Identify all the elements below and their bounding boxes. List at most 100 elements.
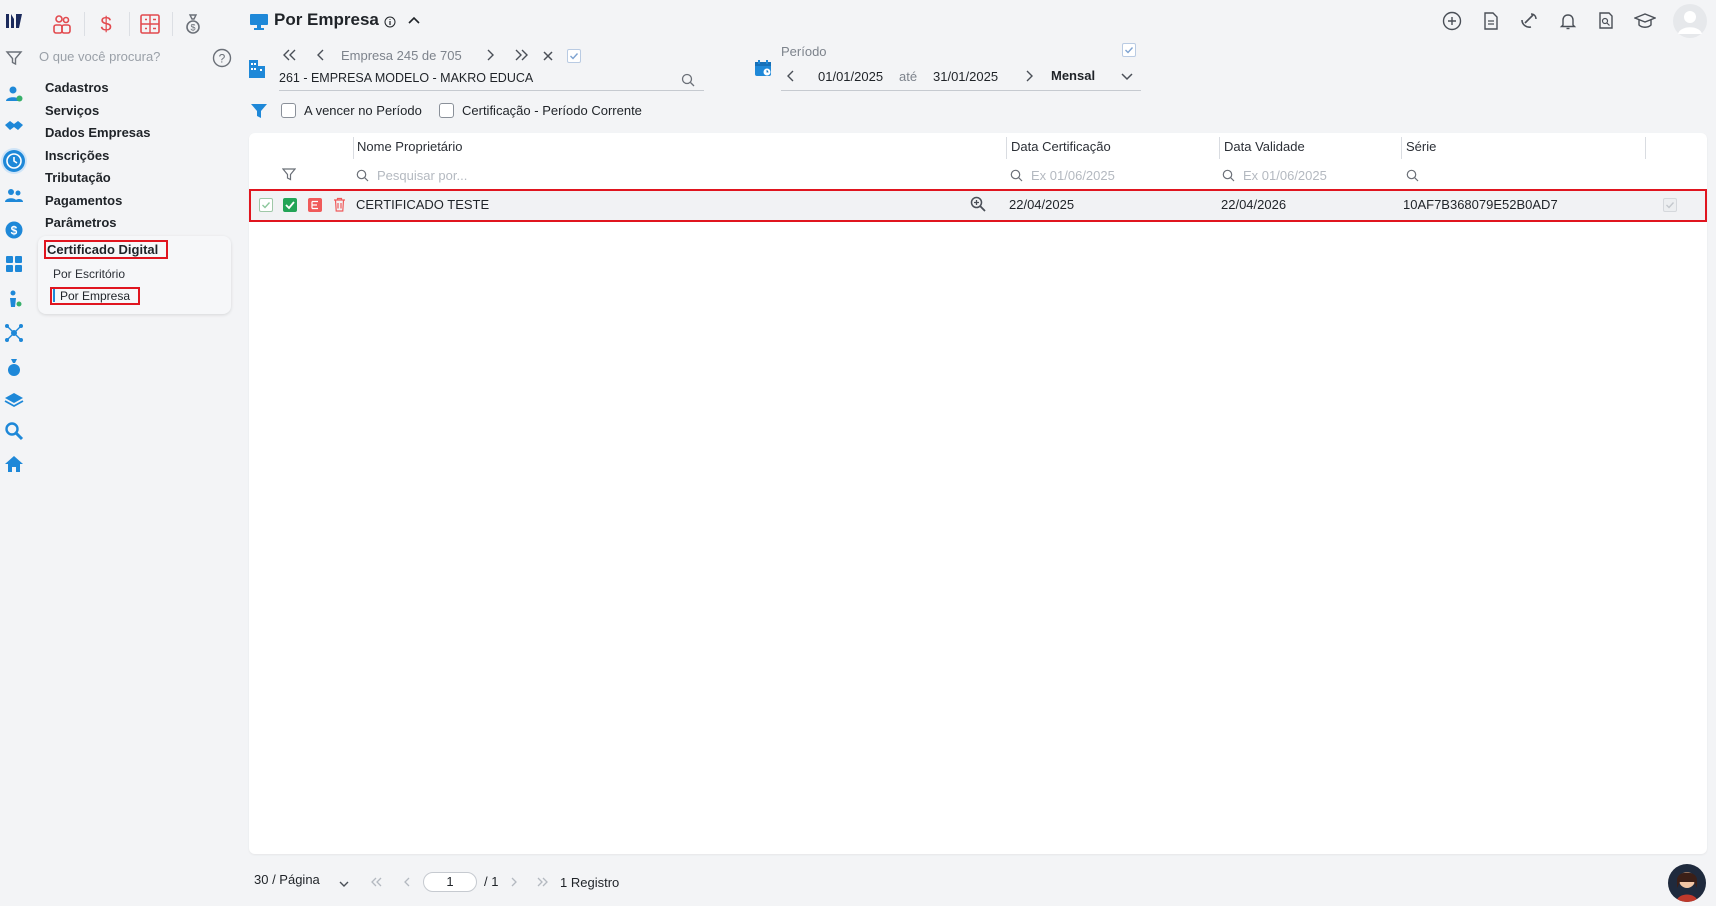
period-to[interactable]: 31/01/2025 bbox=[933, 69, 998, 84]
period-underline bbox=[781, 90, 1141, 91]
menu-item-servicos[interactable]: Serviços bbox=[45, 103, 99, 118]
users-icon[interactable] bbox=[3, 185, 25, 207]
help-icon[interactable]: ? bbox=[212, 48, 232, 68]
next-period-icon[interactable] bbox=[1024, 69, 1034, 83]
page-input[interactable]: 1 bbox=[423, 872, 477, 892]
chevron-down-icon[interactable] bbox=[338, 876, 350, 887]
menu-item-tributacao[interactable]: Tributação bbox=[45, 170, 111, 185]
menu-item-dados-empresas[interactable]: Dados Empresas bbox=[45, 125, 151, 140]
graduation-cap-icon[interactable] bbox=[1633, 11, 1657, 31]
zoom-in-icon[interactable] bbox=[970, 196, 986, 212]
funnel-icon[interactable] bbox=[250, 102, 268, 120]
user-avatar[interactable] bbox=[1673, 4, 1707, 38]
row-filter-icon[interactable] bbox=[281, 167, 297, 181]
period-to-label: até bbox=[899, 69, 918, 84]
a-vencer-checkbox[interactable] bbox=[281, 103, 296, 118]
cell-cert-date: 22/04/2025 bbox=[1009, 197, 1075, 212]
submenu-item-por-empresa[interactable]: Por Empresa bbox=[60, 289, 130, 303]
person-upload-icon[interactable] bbox=[3, 288, 25, 310]
period-from[interactable]: 01/01/2025 bbox=[818, 69, 883, 84]
home-icon[interactable] bbox=[3, 453, 25, 475]
network-icon[interactable] bbox=[3, 322, 25, 344]
row-action-checkbox[interactable] bbox=[1663, 198, 1677, 212]
prev-company-icon[interactable] bbox=[316, 48, 326, 62]
bell-icon[interactable] bbox=[1558, 11, 1578, 31]
a-vencer-label[interactable]: A vencer no Período bbox=[304, 103, 422, 118]
active-indicator bbox=[53, 289, 55, 302]
filter-icon[interactable] bbox=[3, 47, 25, 69]
column-header-serie[interactable]: Série bbox=[1406, 139, 1436, 154]
certificacao-label[interactable]: Certificação - Período Corrente bbox=[462, 103, 642, 118]
divider bbox=[129, 12, 130, 36]
per-page-select[interactable]: 30 / Página bbox=[254, 872, 320, 887]
document-search-icon[interactable] bbox=[1596, 11, 1616, 31]
clock-icon[interactable] bbox=[3, 150, 25, 172]
owner-filter-input[interactable]: Pesquisar por... bbox=[377, 168, 467, 183]
column-divider bbox=[1401, 137, 1402, 159]
first-page-icon[interactable] bbox=[369, 875, 383, 887]
first-page-icon[interactable] bbox=[281, 48, 297, 62]
menu-item-cadastros[interactable]: Cadastros bbox=[45, 80, 109, 95]
column-header-valid-date[interactable]: Data Validade bbox=[1224, 139, 1305, 154]
menu-item-inscricoes[interactable]: Inscrições bbox=[45, 148, 109, 163]
money-bag-icon[interactable] bbox=[3, 356, 25, 378]
calculator-grid-icon[interactable] bbox=[138, 12, 162, 36]
next-page-icon[interactable] bbox=[509, 875, 519, 887]
close-icon[interactable] bbox=[542, 49, 554, 61]
company-search-icon[interactable] bbox=[681, 73, 695, 87]
period-lock-checkbox[interactable] bbox=[1122, 43, 1136, 57]
column-divider bbox=[1219, 137, 1220, 159]
serie-filter-search-icon[interactable] bbox=[1406, 169, 1419, 182]
chevron-up-icon[interactable] bbox=[406, 12, 422, 28]
monitor-icon bbox=[249, 13, 269, 31]
company-name[interactable]: 261 - EMPRESA MODELO - MAKRO EDUCA bbox=[279, 71, 533, 85]
search-icon bbox=[1222, 169, 1235, 182]
dollar-circle-icon[interactable]: $ bbox=[3, 219, 25, 241]
satellite-icon[interactable] bbox=[1519, 11, 1539, 31]
last-page-icon[interactable] bbox=[514, 48, 530, 62]
period-granularity[interactable]: Mensal bbox=[1051, 68, 1095, 83]
menu-item-parametros[interactable]: Parâmetros bbox=[45, 215, 117, 230]
chevron-down-icon[interactable] bbox=[1120, 70, 1134, 82]
company-underline bbox=[279, 90, 704, 91]
svg-text:?: ? bbox=[219, 52, 226, 66]
svg-text:$: $ bbox=[100, 14, 111, 35]
add-circle-icon[interactable] bbox=[1442, 11, 1462, 31]
next-company-icon[interactable] bbox=[485, 48, 495, 62]
dollar-icon[interactable]: $ bbox=[94, 12, 118, 36]
row-select-checkbox[interactable] bbox=[259, 198, 273, 212]
period-label: Período bbox=[781, 44, 827, 59]
column-header-owner[interactable]: Nome Proprietário bbox=[357, 139, 463, 154]
info-icon[interactable] bbox=[384, 15, 396, 28]
cert-date-filter-input[interactable]: Ex 01/06/2025 bbox=[1031, 168, 1115, 183]
handshake-icon[interactable] bbox=[3, 115, 25, 137]
calculator-icon[interactable] bbox=[3, 253, 25, 275]
trash-icon[interactable] bbox=[333, 197, 346, 212]
search-icon bbox=[356, 169, 369, 182]
edit-icon[interactable] bbox=[308, 198, 322, 212]
money-bag-icon[interactable]: $ bbox=[181, 12, 205, 36]
last-page-icon[interactable] bbox=[536, 875, 550, 887]
row-active-checkbox[interactable] bbox=[283, 198, 297, 212]
user-add-icon[interactable] bbox=[3, 83, 25, 105]
document-icon[interactable] bbox=[1481, 11, 1501, 31]
submenu-item-por-escritorio[interactable]: Por Escritório bbox=[53, 267, 125, 281]
column-divider bbox=[1006, 137, 1007, 159]
prev-page-icon[interactable] bbox=[402, 875, 412, 887]
search-icon bbox=[1010, 169, 1023, 182]
assistant-avatar[interactable] bbox=[1668, 864, 1706, 902]
menu-search-placeholder[interactable]: O que você procura? bbox=[39, 49, 160, 64]
certificacao-checkbox[interactable] bbox=[439, 103, 454, 118]
menu-group-certificado-digital[interactable]: Certificado Digital bbox=[47, 242, 158, 257]
search-icon[interactable] bbox=[3, 420, 25, 442]
building-icon bbox=[248, 57, 266, 79]
people-icon[interactable] bbox=[50, 12, 74, 36]
company-lock-checkbox[interactable] bbox=[567, 49, 581, 63]
column-divider bbox=[353, 137, 354, 159]
prev-period-icon[interactable] bbox=[786, 69, 796, 83]
column-header-cert-date[interactable]: Data Certificação bbox=[1011, 139, 1111, 154]
layers-icon[interactable] bbox=[3, 389, 25, 411]
menu-item-pagamentos[interactable]: Pagamentos bbox=[45, 193, 122, 208]
valid-date-filter-input[interactable]: Ex 01/06/2025 bbox=[1243, 168, 1327, 183]
makro-logo-icon[interactable] bbox=[3, 10, 25, 32]
